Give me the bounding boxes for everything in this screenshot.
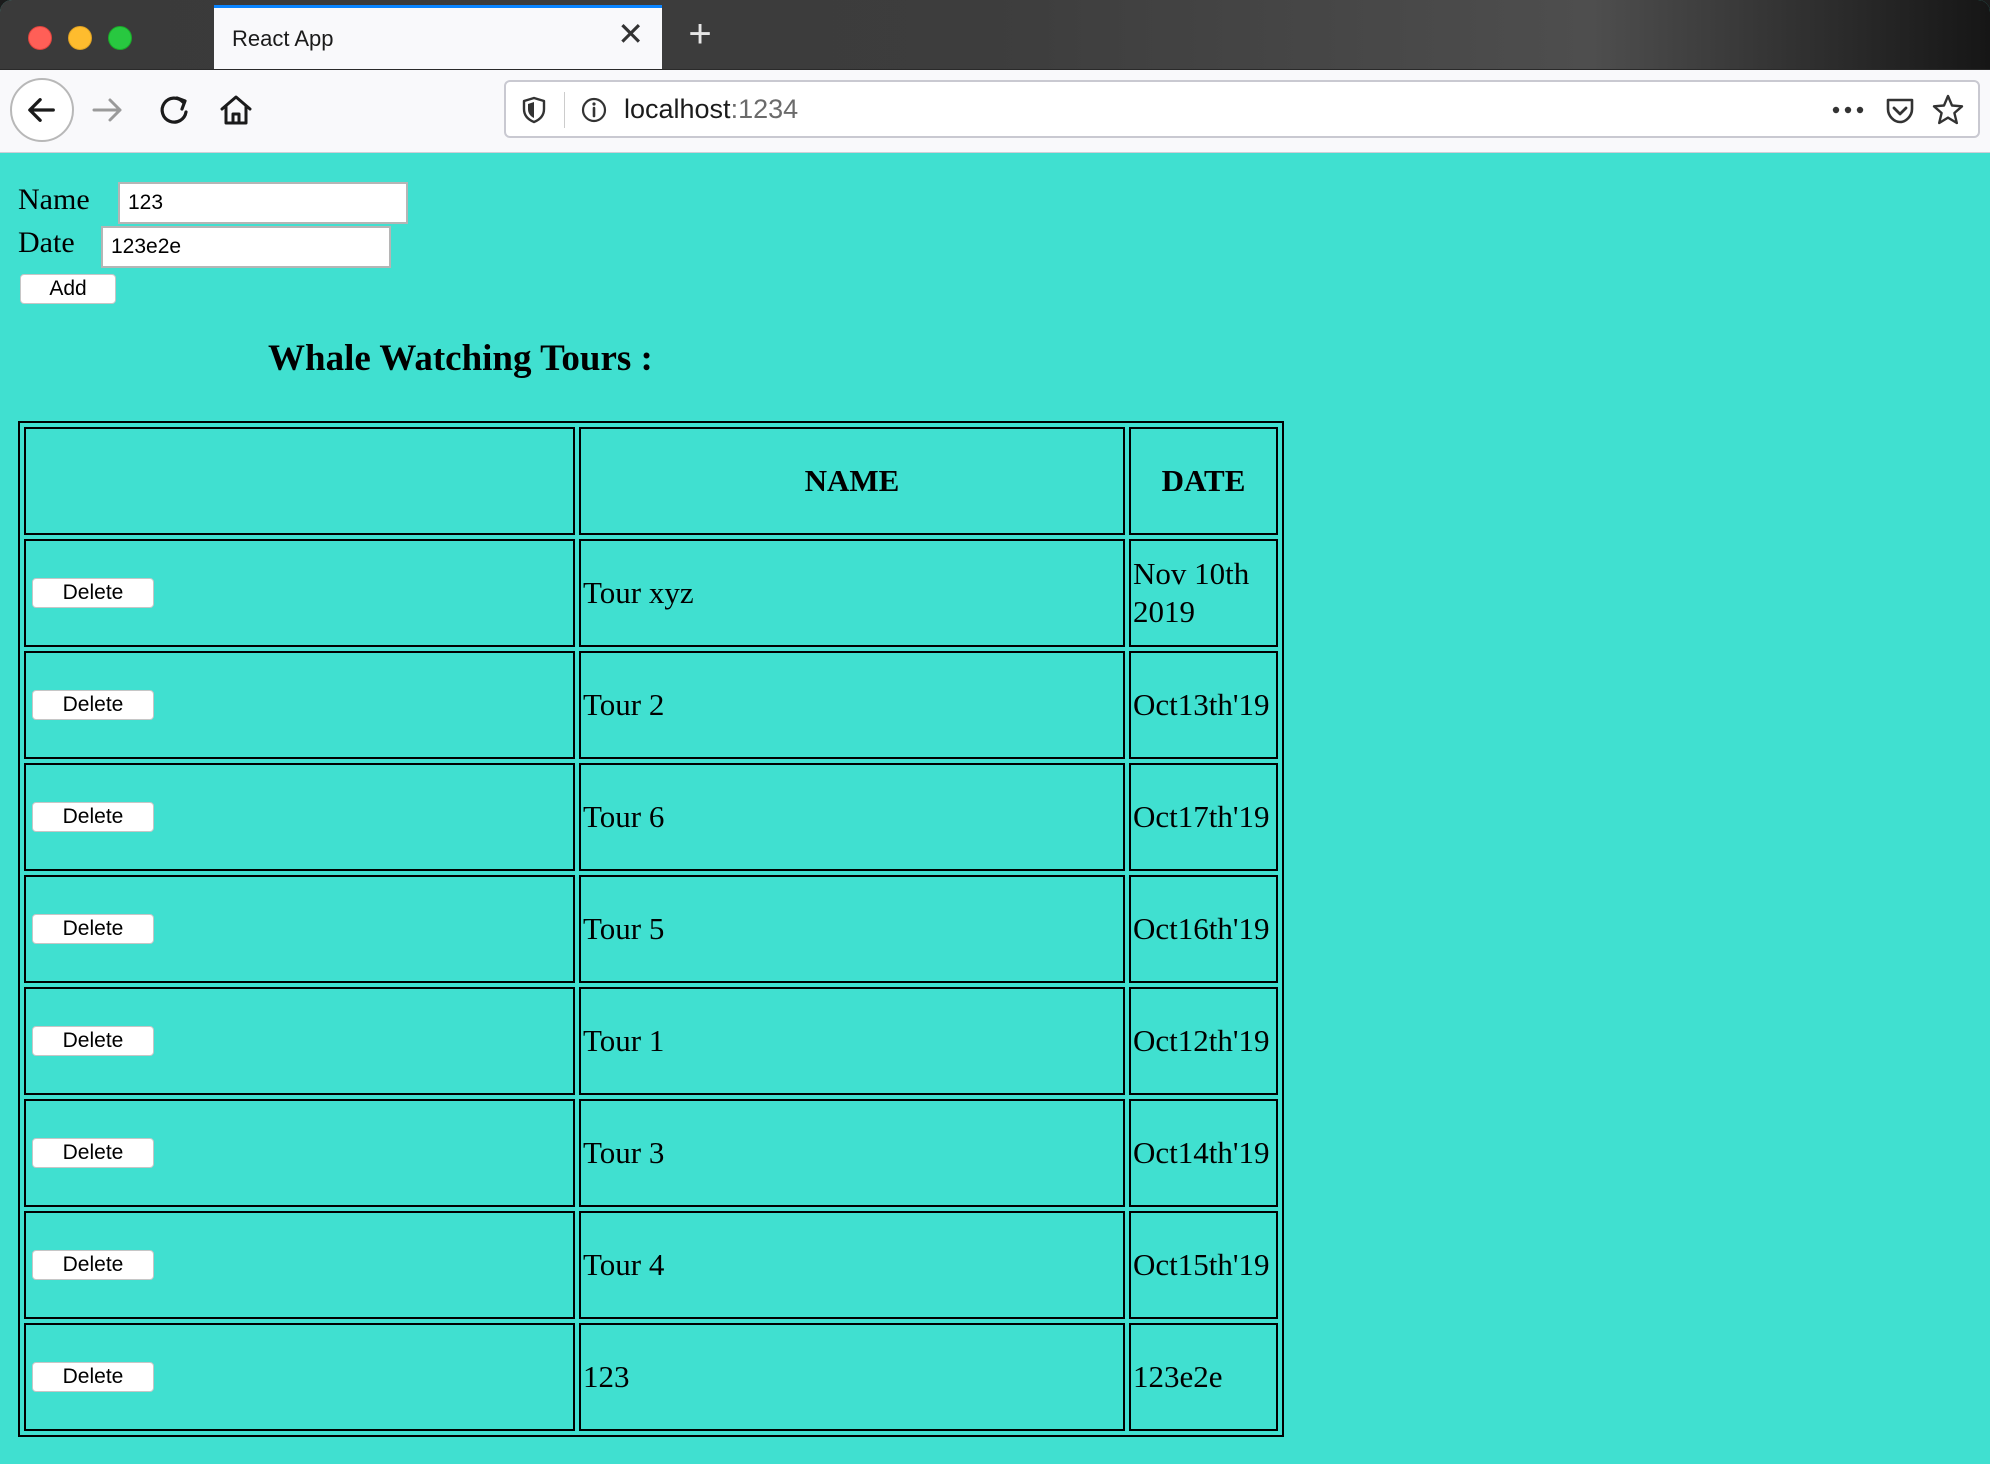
table-row: Delete 123 123e2e xyxy=(24,1323,1278,1431)
close-window-icon[interactable] xyxy=(28,26,52,50)
name-input[interactable] xyxy=(118,182,408,224)
tab-close-icon[interactable]: ✕ xyxy=(617,18,644,50)
delete-button[interactable]: Delete xyxy=(32,1250,154,1280)
header-actions xyxy=(24,427,575,535)
table-row: Delete Tour xyz Nov 10th 2019 xyxy=(24,539,1278,647)
add-button[interactable]: Add xyxy=(20,274,116,304)
delete-button[interactable]: Delete xyxy=(32,1026,154,1056)
home-icon xyxy=(220,95,252,125)
table-row: Delete Tour 4 Oct15th'19 xyxy=(24,1211,1278,1319)
header-name: NAME xyxy=(579,427,1125,535)
actions-cell: Delete xyxy=(24,1323,575,1431)
tour-name-cell: 123 xyxy=(579,1323,1125,1431)
url-port: :1234 xyxy=(730,94,799,124)
actions-cell: Delete xyxy=(24,539,575,647)
back-arrow-icon xyxy=(28,98,55,122)
actions-cell: Delete xyxy=(24,1099,575,1207)
home-button[interactable] xyxy=(208,82,264,138)
tour-name-cell: Tour 1 xyxy=(579,987,1125,1095)
delete-button[interactable]: Delete xyxy=(32,914,154,944)
tour-date-cell: Nov 10th 2019 xyxy=(1129,539,1278,647)
tab-strip: React App ✕ + xyxy=(0,0,1990,70)
actions-cell: Delete xyxy=(24,1211,575,1319)
table-row: Delete Tour 5 Oct16th'19 xyxy=(24,875,1278,983)
table-row: Delete Tour 2 Oct13th'19 xyxy=(24,651,1278,759)
delete-button[interactable]: Delete xyxy=(32,1362,154,1392)
delete-button[interactable]: Delete xyxy=(32,802,154,832)
reload-icon xyxy=(160,96,188,124)
forward-button[interactable] xyxy=(80,82,136,138)
nav-toolbar: localhost:1234 xyxy=(0,70,1990,153)
maximize-window-icon[interactable] xyxy=(108,26,132,50)
actions-cell: Delete xyxy=(24,875,575,983)
tours-table: NAME DATE Delete Tour xyz Nov 10th 2019 … xyxy=(18,421,1284,1437)
actions-cell: Delete xyxy=(24,651,575,759)
tour-date-cell: Oct17th'19 xyxy=(1129,763,1278,871)
tracking-shield-icon[interactable] xyxy=(518,94,550,126)
header-date: DATE xyxy=(1129,427,1278,535)
url-host: localhost xyxy=(624,94,731,124)
date-label: Date xyxy=(18,226,75,259)
tour-date-cell: Oct15th'19 xyxy=(1129,1211,1278,1319)
tour-name-cell: Tour 5 xyxy=(579,875,1125,983)
table-header-row: NAME DATE xyxy=(24,427,1278,535)
table-row: Delete Tour 1 Oct12th'19 xyxy=(24,987,1278,1095)
url-text[interactable]: localhost:1234 xyxy=(624,94,798,125)
tour-name-cell: Tour xyz xyxy=(579,539,1125,647)
tour-name-cell: Tour 3 xyxy=(579,1099,1125,1207)
delete-button[interactable]: Delete xyxy=(32,578,154,608)
name-label: Name xyxy=(18,183,90,216)
pocket-icon[interactable] xyxy=(1882,92,1918,128)
actions-cell: Delete xyxy=(24,987,575,1095)
tour-name-cell: Tour 4 xyxy=(579,1211,1125,1319)
tour-name-cell: Tour 2 xyxy=(579,651,1125,759)
tours-heading: Whale Watching Tours : xyxy=(268,338,653,379)
site-info-icon[interactable] xyxy=(578,94,610,126)
actions-cell: Delete xyxy=(24,763,575,871)
tour-date-cell: Oct12th'19 xyxy=(1129,987,1278,1095)
address-bar[interactable]: localhost:1234 xyxy=(504,80,1980,138)
address-separator xyxy=(564,92,565,128)
tour-date-cell: 123e2e xyxy=(1129,1323,1278,1431)
tab-title: React App xyxy=(232,26,334,51)
forward-arrow-icon xyxy=(92,98,122,122)
date-input[interactable] xyxy=(101,226,391,268)
tour-date-cell: Oct14th'19 xyxy=(1129,1099,1278,1207)
back-button[interactable] xyxy=(10,78,74,142)
new-tab-icon[interactable]: + xyxy=(680,14,720,54)
page-content: Name Date Add Whale Watching Tours : NAM… xyxy=(0,153,1990,1453)
tour-date-cell: Oct16th'19 xyxy=(1129,875,1278,983)
browser-window: React App ✕ + localhost:1234 Name 123 Da… xyxy=(0,0,1990,1464)
tab-react-app[interactable]: React App ✕ xyxy=(214,5,662,69)
page-actions-more-icon[interactable] xyxy=(1828,94,1868,126)
tour-name-cell: Tour 6 xyxy=(579,763,1125,871)
table-row: Delete Tour 3 Oct14th'19 xyxy=(24,1099,1278,1207)
delete-button[interactable]: Delete xyxy=(32,1138,154,1168)
reload-button[interactable] xyxy=(146,82,202,138)
table-row: Delete Tour 6 Oct17th'19 xyxy=(24,763,1278,871)
bookmark-star-icon[interactable] xyxy=(1930,92,1966,128)
tour-date-cell: Oct13th'19 xyxy=(1129,651,1278,759)
delete-button[interactable]: Delete xyxy=(32,690,154,720)
minimize-window-icon[interactable] xyxy=(68,26,92,50)
